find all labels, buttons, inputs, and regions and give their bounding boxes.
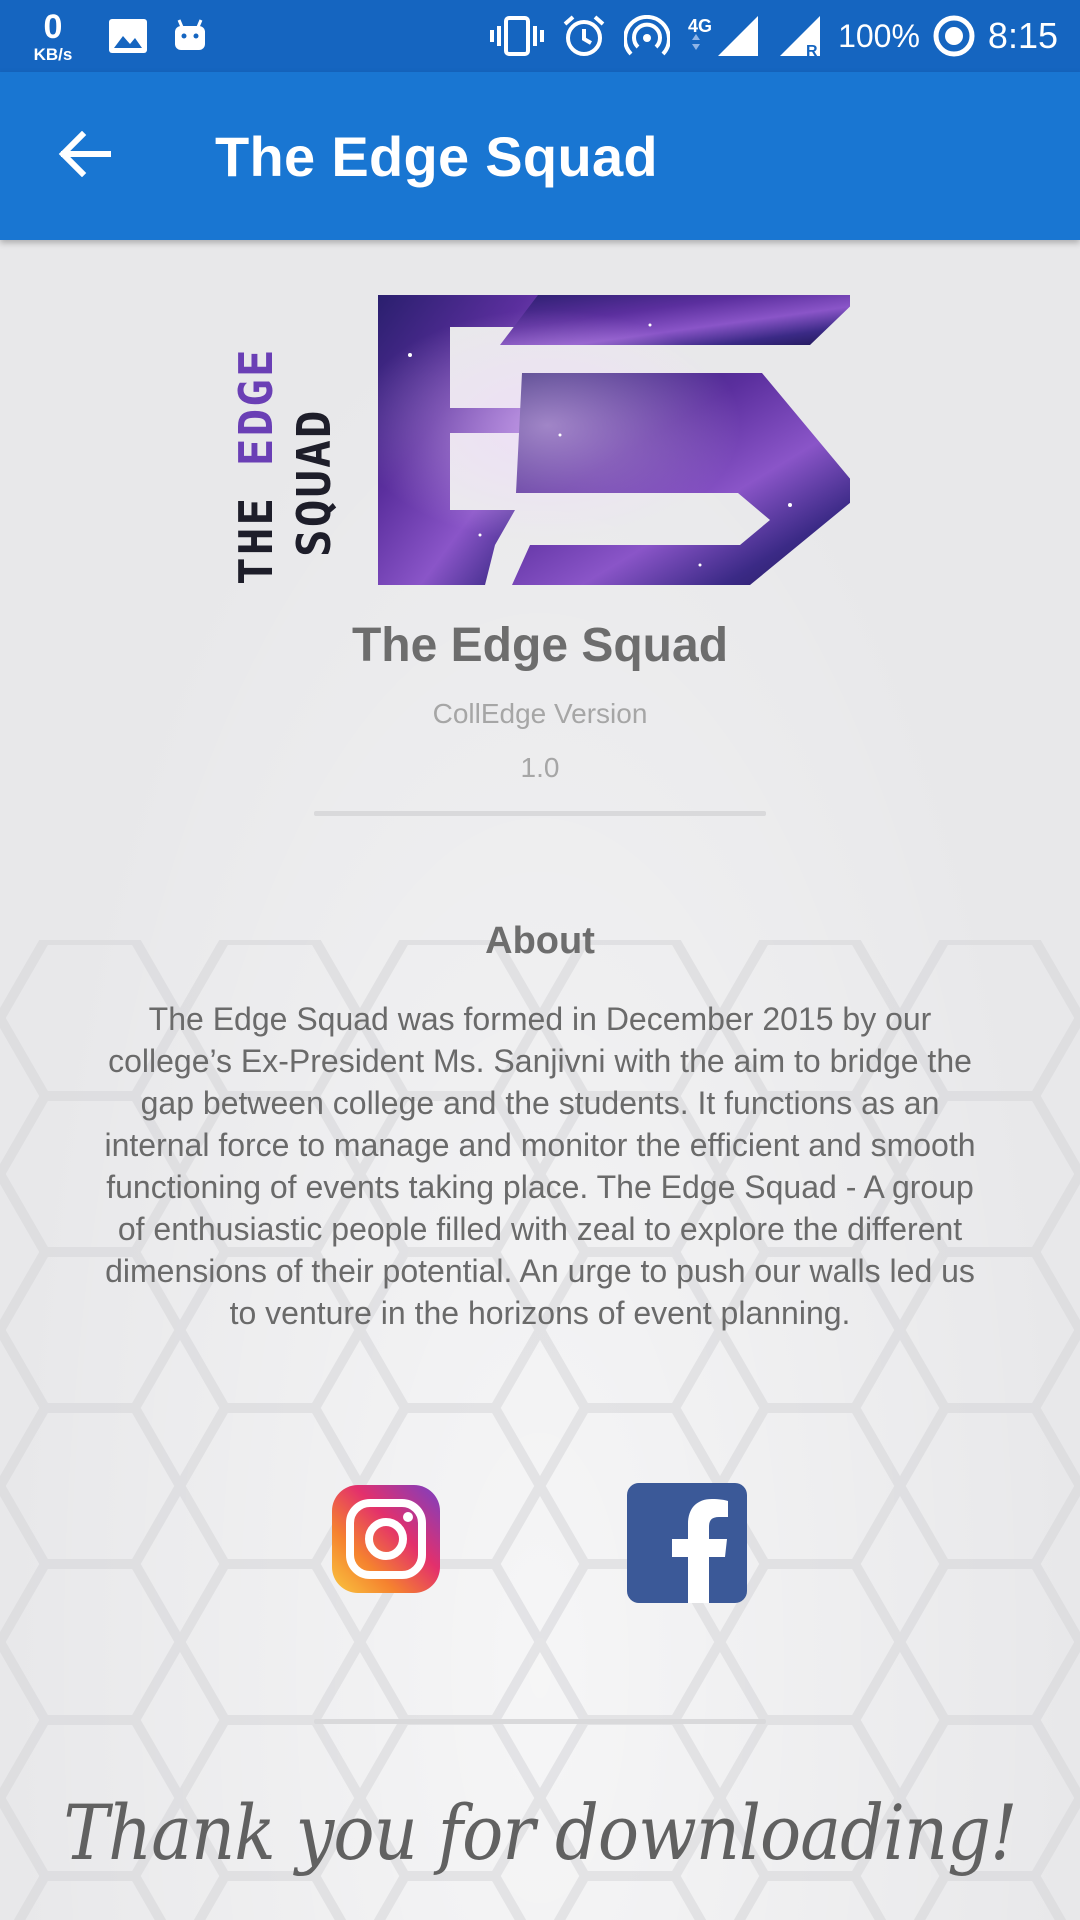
logo-text-edge: EDGE (230, 347, 283, 466)
logo-text-the: THE (230, 466, 283, 585)
version-value: 1.0 (520, 752, 560, 783)
svg-text:THE EDGE: THE EDGE (230, 347, 283, 585)
network-speed-value: 0 (43, 7, 63, 46)
status-bar-left: 0 KB/s (22, 10, 208, 63)
clock: 8:15 (987, 15, 1058, 56)
alarm-icon (562, 15, 606, 57)
vibrate-icon (490, 16, 545, 56)
logo-text-squad: SQUAD (287, 409, 341, 557)
edge-squad-logo: THE EDGE SQUAD (230, 295, 850, 585)
hotspot-icon (624, 15, 671, 57)
arrow-left-icon (58, 130, 112, 182)
image-icon (108, 18, 148, 54)
roaming-signal-icon: R (778, 14, 822, 58)
status-bar: 0 KB/s 4G R 100% 8:15 (0, 0, 1080, 72)
network-type-label: 4G (688, 16, 712, 36)
facebook-button[interactable] (627, 1483, 747, 1603)
battery-percent: 100% (838, 17, 920, 54)
thank-you-message: Thank you for downloading! (63, 1788, 1017, 1877)
divider (314, 811, 766, 816)
battery-ring-icon (932, 14, 976, 58)
page-title: The Edge Squad (215, 124, 658, 188)
divider (314, 1719, 766, 1724)
about-heading: About (485, 920, 595, 962)
network-speed: 0 KB/s (22, 10, 84, 63)
status-bar-right: 4G R 100% 8:15 (472, 14, 1058, 58)
svg-text:R: R (806, 43, 818, 58)
back-button[interactable] (35, 106, 135, 206)
app-name: The Edge Squad (351, 619, 729, 672)
signal-icon: 4G (688, 14, 760, 58)
app-bar: The Edge Squad (0, 72, 1080, 240)
version-label: CollEdge Version (432, 698, 648, 729)
about-text: The Edge Squad was formed in December 20… (104, 1001, 976, 1331)
android-icon (172, 18, 208, 54)
instagram-button[interactable] (330, 1483, 442, 1595)
network-speed-unit: KB/s (33, 44, 73, 64)
facebook-icon (627, 1483, 747, 1607)
logo-vertical-text: THE EDGE SQUAD (230, 347, 341, 585)
logo-es-mark (378, 295, 850, 585)
about-screen: THE EDGE SQUAD The Edge Squad CollEdge V… (0, 240, 1080, 1920)
instagram-icon (330, 1485, 442, 1599)
